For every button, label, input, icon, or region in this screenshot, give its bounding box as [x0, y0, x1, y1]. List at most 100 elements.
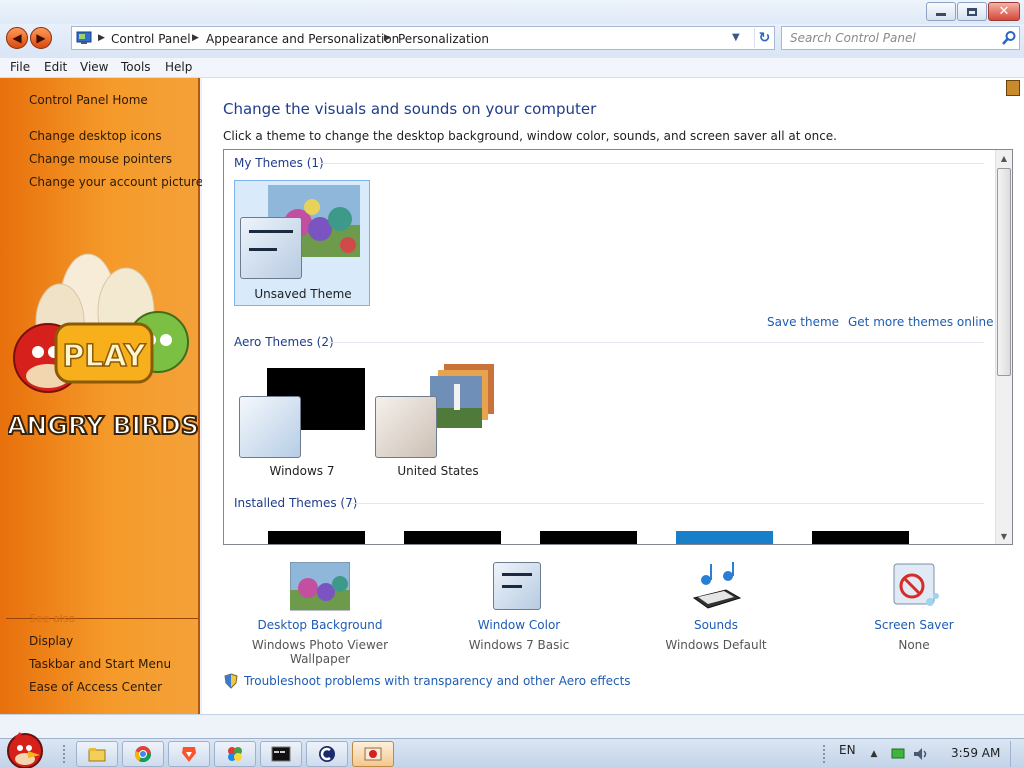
unsaved-theme-label: Unsaved Theme — [254, 287, 352, 301]
desktop-background-link[interactable]: Desktop Background — [220, 618, 420, 632]
change-desktop-icons-link[interactable]: Change desktop icons — [29, 129, 162, 143]
scroll-up-icon[interactable]: ▲ — [996, 150, 1012, 166]
installed-theme-thumbnail[interactable] — [540, 531, 637, 544]
sounds-link[interactable]: Sounds — [616, 618, 816, 632]
breadcrumb-personalization[interactable]: Personalization — [398, 32, 489, 46]
display-link[interactable]: Display — [29, 634, 73, 648]
start-button[interactable] — [0, 729, 50, 768]
theme-windows-7[interactable]: Windows 7 — [234, 360, 370, 486]
installed-theme-thumbnail[interactable] — [404, 531, 501, 544]
group-divider — [328, 342, 984, 343]
installed-theme-thumbnail[interactable] — [812, 531, 909, 544]
control-panel-home-link[interactable]: Control Panel Home — [29, 93, 148, 107]
installed-theme-thumbnail[interactable] — [268, 531, 365, 544]
breadcrumb-separator-icon: ▶ — [384, 33, 391, 43]
installed-theme-thumbnail[interactable] — [676, 531, 773, 544]
scroll-down-icon[interactable]: ▼ — [996, 528, 1012, 544]
page-subtitle: Click a theme to change the desktop back… — [223, 129, 837, 143]
ease-of-access-link[interactable]: Ease of Access Center — [29, 680, 162, 694]
menu-help[interactable]: Help — [165, 60, 192, 74]
app-logo-icon — [319, 746, 335, 762]
tray-grip[interactable] — [822, 744, 826, 764]
shield-icon — [224, 673, 238, 689]
show-hidden-icons-icon[interactable]: ▲ — [866, 746, 882, 762]
window-color-icon — [493, 562, 541, 610]
change-account-picture-link[interactable]: Change your account picture — [29, 175, 203, 189]
address-dropdown-icon[interactable]: ▼ — [732, 32, 740, 43]
network-icon[interactable] — [890, 746, 906, 762]
maximize-button[interactable] — [957, 2, 987, 21]
scroll-thumb[interactable] — [997, 168, 1011, 376]
brave-icon — [182, 747, 196, 762]
language-indicator[interactable]: EN — [839, 743, 856, 757]
status-bar — [0, 714, 1024, 738]
taskbar-start-menu-link[interactable]: Taskbar and Start Menu — [29, 657, 171, 671]
terminal-icon — [271, 746, 291, 762]
breadcrumb-separator-icon: ▶ — [192, 33, 199, 43]
windows-7-theme-label: Windows 7 — [269, 464, 335, 478]
menu-edit[interactable]: Edit — [44, 60, 67, 74]
control-panel-icon — [76, 31, 92, 44]
breadcrumb-separator-icon: ▶ — [98, 33, 105, 43]
refresh-button[interactable]: ↻ — [754, 28, 774, 48]
unsaved-theme-window-icon — [240, 217, 302, 279]
united-states-window-icon — [375, 396, 437, 458]
back-arrow-icon: ◀ — [12, 31, 22, 45]
search-input[interactable] — [782, 27, 997, 49]
pinwheel-icon — [228, 747, 242, 761]
back-button[interactable]: ◀ — [6, 27, 28, 49]
search-box[interactable] — [781, 26, 1020, 50]
screen-saver-setting[interactable]: Screen Saver None — [814, 562, 1014, 652]
menu-file[interactable]: File — [10, 60, 30, 74]
sounds-setting[interactable]: Sounds Windows Default — [616, 562, 816, 652]
taskbar-chrome[interactable] — [122, 741, 164, 767]
aero-themes-heading: Aero Themes (2) — [234, 335, 334, 349]
breadcrumb-appearance[interactable]: Appearance and Personalization — [206, 32, 399, 46]
show-desktop-button[interactable] — [1010, 741, 1022, 767]
theme-unsaved[interactable]: Unsaved Theme — [234, 180, 370, 306]
theme-list-scrollbar[interactable]: ▲ ▼ — [995, 150, 1012, 544]
theme-united-states[interactable]: United States — [370, 360, 506, 486]
desktop-background-value: Windows Photo Viewer Wallpaper — [251, 638, 389, 666]
search-icon[interactable] — [1001, 30, 1017, 46]
desktop-background-icon — [290, 562, 350, 611]
maximize-icon — [967, 7, 977, 16]
screen-saver-link[interactable]: Screen Saver — [814, 618, 1014, 632]
see-also-heading: See also — [29, 612, 76, 625]
united-states-theme-label: United States — [397, 464, 479, 478]
sounds-value: Windows Default — [665, 638, 767, 652]
taskbar-explorer[interactable] — [76, 741, 118, 767]
angry-birds-artwork: PLAY ANGRY BIRDS — [8, 253, 198, 441]
address-bar[interactable]: ▶ Control Panel ▶ Appearance and Persona… — [71, 26, 775, 50]
taskbar-personalization[interactable] — [352, 741, 394, 767]
close-icon: ✕ — [998, 4, 1010, 19]
menu-bar: File Edit View Tools Help — [0, 58, 1024, 78]
forward-button[interactable]: ▶ — [30, 27, 52, 49]
minimize-button[interactable] — [926, 2, 956, 21]
sounds-icon — [692, 562, 742, 609]
window-color-setting[interactable]: Window Color Windows 7 Basic — [419, 562, 619, 652]
close-button[interactable]: ✕ — [988, 2, 1020, 21]
theme-list[interactable]: My Themes (1) Unsaved Theme Save theme G… — [223, 149, 1013, 545]
volume-icon[interactable] — [913, 746, 929, 762]
window-color-value: Windows 7 Basic — [468, 638, 570, 652]
clock[interactable]: 3:59 AM — [951, 746, 1000, 760]
breadcrumb-control-panel[interactable]: Control Panel — [111, 32, 191, 46]
windows-7-window-icon — [239, 396, 301, 458]
get-more-themes-link[interactable]: Get more themes online — [848, 315, 994, 329]
menu-tools[interactable]: Tools — [121, 60, 151, 74]
taskbar-command-prompt[interactable] — [260, 741, 302, 767]
menu-view[interactable]: View — [80, 60, 108, 74]
taskbar-brave[interactable] — [168, 741, 210, 767]
save-theme-link[interactable]: Save theme — [767, 315, 839, 329]
installed-themes-heading: Installed Themes (7) — [234, 496, 358, 510]
window-color-link[interactable]: Window Color — [419, 618, 619, 632]
change-mouse-pointers-link[interactable]: Change mouse pointers — [29, 152, 172, 166]
taskbar-app[interactable] — [306, 741, 348, 767]
left-navigation-pane: Control Panel Home Change desktop icons … — [0, 78, 203, 714]
desktop-background-setting[interactable]: Desktop Background Windows Photo Viewer … — [220, 562, 420, 666]
troubleshoot-aero-link[interactable]: Troubleshoot problems with transparency … — [244, 674, 631, 688]
taskbar-pinwheel-app[interactable] — [214, 741, 256, 767]
screen-saver-value: None — [898, 638, 930, 652]
taskbar-grip[interactable] — [62, 744, 66, 764]
